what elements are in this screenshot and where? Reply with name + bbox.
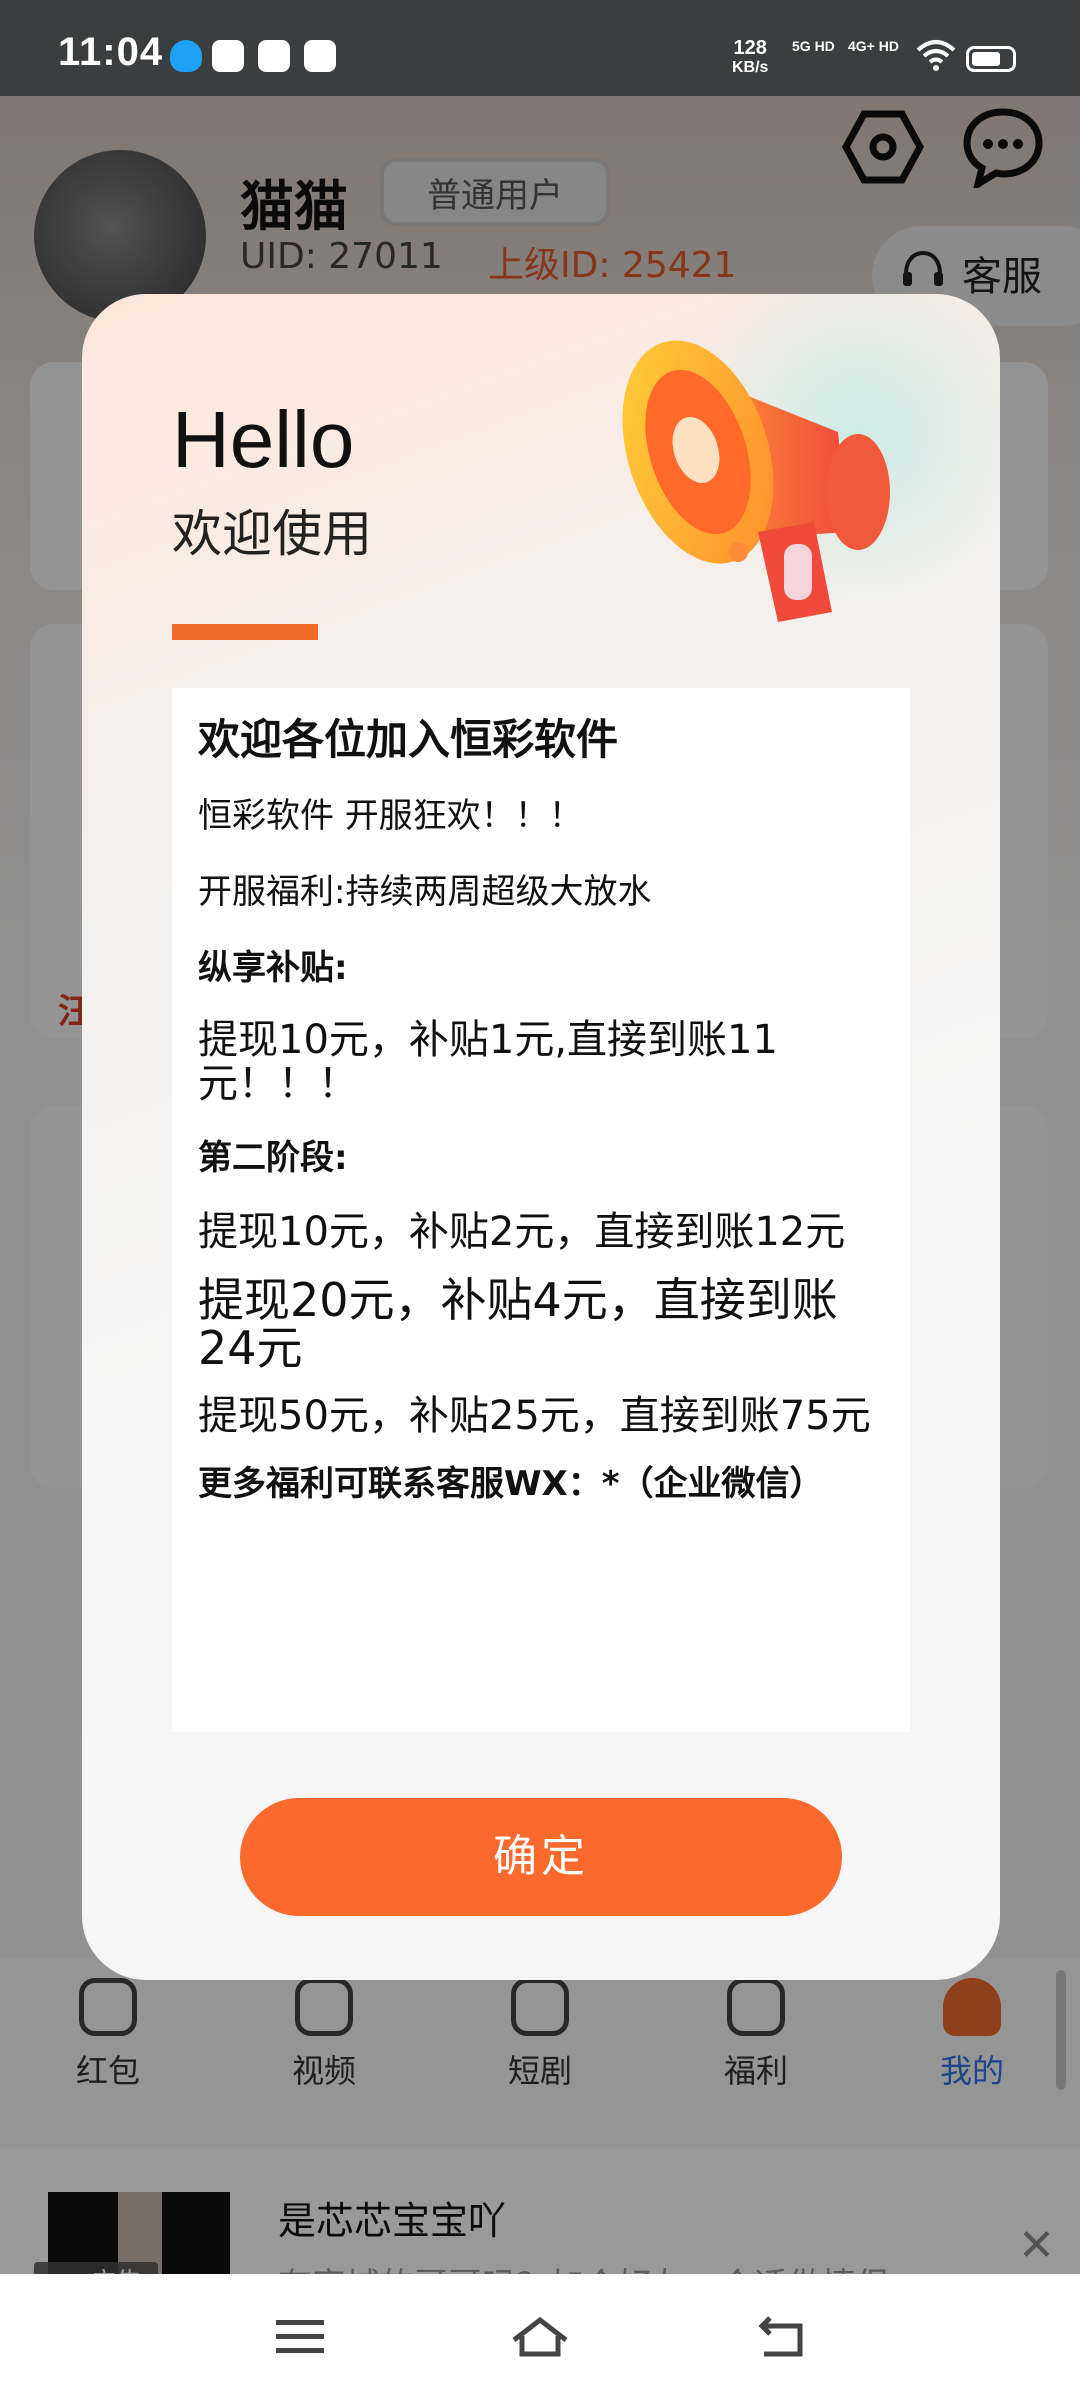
back-icon[interactable]: [752, 2314, 812, 2360]
system-nav-bar: [0, 2274, 1080, 2400]
announcement-line: 提现20元，补贴4元，直接到账24元: [198, 1273, 838, 1375]
dialog-hello: Hello: [172, 395, 355, 484]
dialog-welcome: 欢迎使用: [172, 505, 372, 563]
megaphone-icon: [622, 340, 890, 622]
confirm-button[interactable]: 确定: [240, 1798, 842, 1916]
cloud-notification-icon: [304, 40, 336, 72]
wifi-icon: [916, 40, 956, 71]
menu-icon[interactable]: [270, 2314, 330, 2360]
signal-4g-icon: 4G+ HD: [848, 38, 899, 54]
announcement-line: 提现50元，补贴25元，直接到账75元: [198, 1393, 871, 1439]
qq-notification-icon: [170, 40, 202, 72]
announcement-line: 提现10元，补贴1元,直接到账11元！！！: [198, 1017, 778, 1107]
battery-icon: [966, 46, 1016, 72]
welcome-dialog: Hello 欢迎使用 欢迎各位加入恒彩软件 恒彩软件 开服狂欢！！！ 开服福利:…: [82, 294, 1000, 1980]
announcement-line: 恒彩软件 开服狂欢！！！: [198, 796, 583, 836]
home-icon[interactable]: [510, 2314, 570, 2360]
network-rate: 128 KB/s: [732, 37, 769, 76]
announcement-title: 欢迎各位加入恒彩软件: [198, 715, 619, 764]
announcement-line: 提现10元，补贴2元，直接到账12元: [198, 1209, 846, 1255]
status-bar: 11:04 128 KB/s 5G HD 4G+ HD: [0, 0, 1080, 96]
signal-5g-icon: 5G HD: [792, 38, 835, 54]
contact-line: 更多福利可联系客服WX：*（企业微信）: [198, 1464, 824, 1504]
subsidy-heading: 纵享补贴:: [198, 948, 348, 988]
store-notification-icon: [258, 40, 290, 72]
announcement-content[interactable]: 欢迎各位加入恒彩软件 恒彩软件 开服狂欢！！！ 开服福利:持续两周超级大放水 纵…: [172, 688, 910, 1732]
accent-bar: [172, 624, 318, 640]
app-notification-icon: [212, 40, 244, 72]
phase2-heading: 第二阶段:: [198, 1138, 348, 1178]
announcement-line: 开服福利:持续两周超级大放水: [198, 872, 652, 912]
status-time: 11:04: [58, 30, 164, 74]
